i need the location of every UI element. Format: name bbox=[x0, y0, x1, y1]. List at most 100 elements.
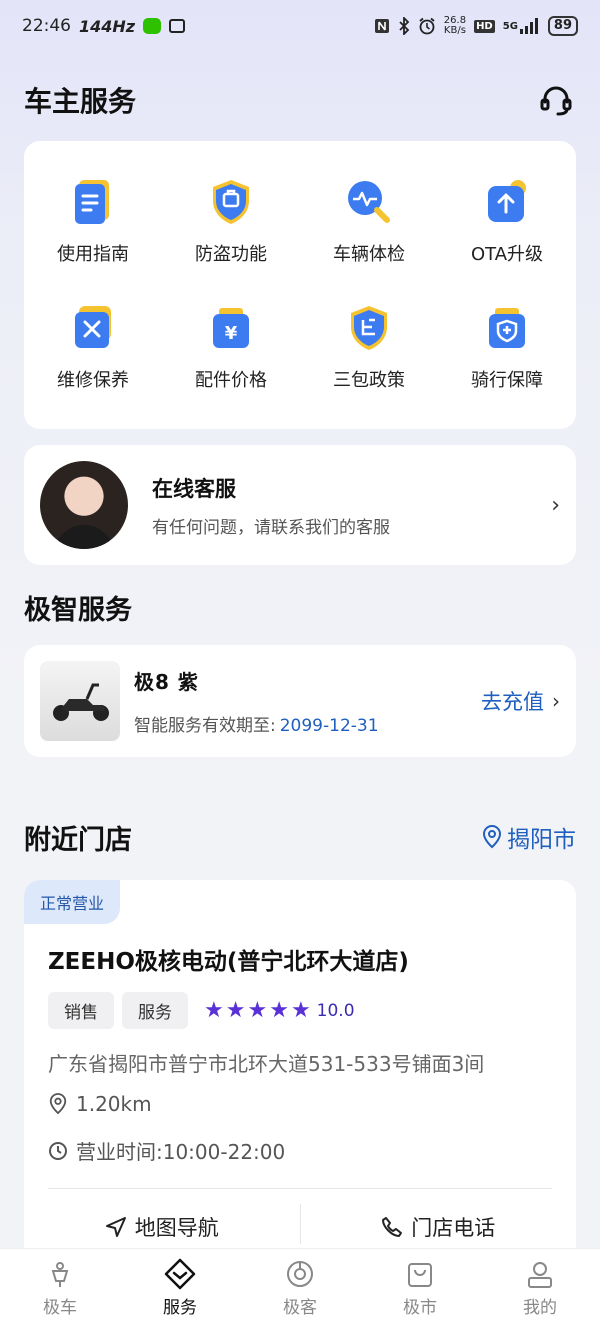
service-label: 维修保养 bbox=[57, 370, 129, 391]
service-label: 三包政策 bbox=[333, 370, 405, 391]
store-tags: 销售 服务 ★ ★ ★ ★ ★ 10.0 bbox=[48, 992, 355, 1029]
service-validity: 智能服务有效期至: 2099-12-31 bbox=[134, 711, 379, 736]
customer-support-button[interactable] bbox=[536, 80, 576, 120]
service-item-ota[interactable]: OTA升级 bbox=[438, 159, 576, 285]
store-card[interactable]: 正常营业 ZEEHO极核电动(普宁北环大道店) 销售 服务 ★ ★ ★ ★ ★ … bbox=[24, 880, 576, 1300]
scooter-icon bbox=[43, 1257, 77, 1291]
service-item-maintenance[interactable]: 维修保养 bbox=[24, 285, 162, 411]
star-icon: ★ bbox=[204, 998, 224, 1023]
wechat-icon bbox=[143, 18, 162, 34]
store-tag: 服务 bbox=[122, 992, 188, 1029]
city-selector[interactable]: 揭阳市 bbox=[481, 820, 576, 854]
service-label: 配件价格 bbox=[195, 370, 267, 391]
tab-jiche[interactable]: 极车 bbox=[0, 1249, 120, 1326]
notification-icon bbox=[169, 19, 186, 33]
phone-label: 门店电话 bbox=[411, 1216, 496, 1240]
svg-text:¥: ¥ bbox=[225, 323, 238, 344]
guide-doc-icon bbox=[69, 178, 117, 226]
recharge-button[interactable]: 去充值 › bbox=[481, 686, 560, 716]
alarm-icon bbox=[418, 17, 436, 35]
recharge-label: 去充值 bbox=[481, 690, 544, 714]
online-service-subtitle: 有任何问题，请联系我们的客服 bbox=[152, 517, 390, 538]
service-item-guide[interactable]: 使用指南 bbox=[24, 159, 162, 285]
page-title: 车主服务 bbox=[24, 85, 137, 118]
profile-icon bbox=[523, 1257, 557, 1291]
star-icon: ★ bbox=[225, 998, 246, 1023]
service-item-parts-price[interactable]: ¥ 配件价格 bbox=[162, 285, 300, 411]
service-item-vehicle-check[interactable]: 车辆体检 bbox=[300, 159, 438, 285]
clock-icon bbox=[49, 1141, 67, 1160]
service-label: OTA升级 bbox=[470, 244, 544, 265]
service-label: 防盗功能 bbox=[195, 244, 267, 265]
tab-label: 服务 bbox=[163, 1298, 197, 1318]
validity-label: 智能服务有效期至: bbox=[134, 716, 276, 736]
bottom-tab-bar: 极车 服务 极客 极市 我的 bbox=[0, 1248, 600, 1326]
agent-avatar bbox=[40, 461, 128, 549]
maintenance-wrench-icon bbox=[69, 304, 117, 352]
phone-icon bbox=[382, 1217, 403, 1237]
nfc-icon bbox=[374, 18, 390, 34]
service-diamond-icon bbox=[163, 1257, 197, 1291]
warranty-policy-icon bbox=[345, 304, 393, 352]
star-icon: ★ bbox=[269, 998, 289, 1023]
rating-stars: ★ ★ ★ ★ ★ 10.0 bbox=[204, 998, 355, 1023]
owner-services-grid: 使用指南 防盗功能 车辆体检 OTA升级 维修保养 ¥ 配件价格 三包政策 骑行… bbox=[24, 141, 576, 429]
store-name: ZEEHO极核电动(普宁北环大道店) bbox=[48, 949, 409, 975]
tab-label: 极车 bbox=[43, 1298, 77, 1318]
service-item-ride-protection[interactable]: 骑行保障 bbox=[438, 285, 576, 411]
status-time: 22:46 bbox=[22, 16, 71, 36]
tab-market[interactable]: 极市 bbox=[360, 1249, 480, 1326]
navigation-arrow-icon bbox=[105, 1217, 126, 1237]
distance-value: 1.20km bbox=[76, 1092, 152, 1116]
service-label: 车辆体检 bbox=[333, 244, 405, 265]
page-header: 车主服务 bbox=[24, 78, 576, 122]
tab-geek[interactable]: 极客 bbox=[240, 1249, 360, 1326]
online-service-card[interactable]: 在线客服 有任何问题，请联系我们的客服 › bbox=[24, 445, 576, 565]
rating-value: 10.0 bbox=[316, 1000, 355, 1021]
ota-upgrade-icon bbox=[483, 178, 531, 226]
scooter-image bbox=[40, 661, 120, 741]
service-item-anti-theft[interactable]: 防盗功能 bbox=[162, 159, 300, 285]
location-pin-icon bbox=[482, 825, 502, 849]
store-status-badge: 正常营业 bbox=[24, 880, 121, 924]
shopping-bag-icon bbox=[403, 1257, 437, 1291]
location-pin-icon bbox=[49, 1093, 67, 1115]
service-item-warranty[interactable]: 三包政策 bbox=[300, 285, 438, 411]
service-label: 骑行保障 bbox=[471, 370, 543, 391]
network-label: 5G bbox=[502, 20, 518, 32]
net-speed-unit: KB/s bbox=[443, 25, 466, 36]
smart-service-title: 极智服务 bbox=[24, 595, 132, 626]
chevron-right-icon: › bbox=[551, 492, 560, 518]
signal-icon: 5G bbox=[503, 18, 540, 34]
vehicle-check-icon bbox=[345, 178, 393, 226]
vehicle-service-card: 极8 紫 智能服务有效期至: 2099-12-31 去充值 › bbox=[24, 645, 576, 757]
hours-value: 营业时间:10:00-22:00 bbox=[76, 1140, 286, 1164]
tab-label: 极市 bbox=[403, 1298, 437, 1318]
tab-profile[interactable]: 我的 bbox=[480, 1249, 600, 1326]
service-label: 使用指南 bbox=[57, 244, 129, 265]
tab-service[interactable]: 服务 bbox=[120, 1249, 240, 1326]
chevron-right-icon: › bbox=[552, 689, 560, 713]
store-tag: 销售 bbox=[48, 992, 114, 1029]
store-hours: 营业时间:10:00-22:00 bbox=[48, 1136, 285, 1165]
parts-price-icon: ¥ bbox=[207, 304, 255, 352]
validity-date: 2099-12-31 bbox=[279, 716, 379, 736]
store-actions: 地图导航 门店电话 bbox=[24, 1204, 577, 1244]
store-distance: 1.20km bbox=[48, 1092, 152, 1116]
star-icon: ★ bbox=[290, 998, 311, 1023]
anti-theft-shield-icon bbox=[207, 178, 255, 226]
bluetooth-icon bbox=[398, 17, 410, 35]
city-name: 揭阳市 bbox=[507, 827, 576, 853]
headset-icon bbox=[540, 86, 572, 116]
geek-icon bbox=[283, 1257, 317, 1291]
store-phone-button[interactable]: 门店电话 bbox=[301, 1210, 577, 1244]
nav-label: 地图导航 bbox=[134, 1216, 219, 1240]
map-navigation-button[interactable]: 地图导航 bbox=[24, 1210, 300, 1244]
hd-label: HD bbox=[474, 19, 495, 33]
nearby-stores-title: 附近门店 bbox=[24, 825, 132, 856]
star-icon: ★ bbox=[247, 998, 268, 1023]
online-service-title: 在线客服 bbox=[152, 476, 236, 501]
net-speed: 26.8 KB/s bbox=[444, 16, 466, 36]
refresh-rate: 144Hz bbox=[79, 16, 136, 36]
divider bbox=[48, 1188, 552, 1189]
